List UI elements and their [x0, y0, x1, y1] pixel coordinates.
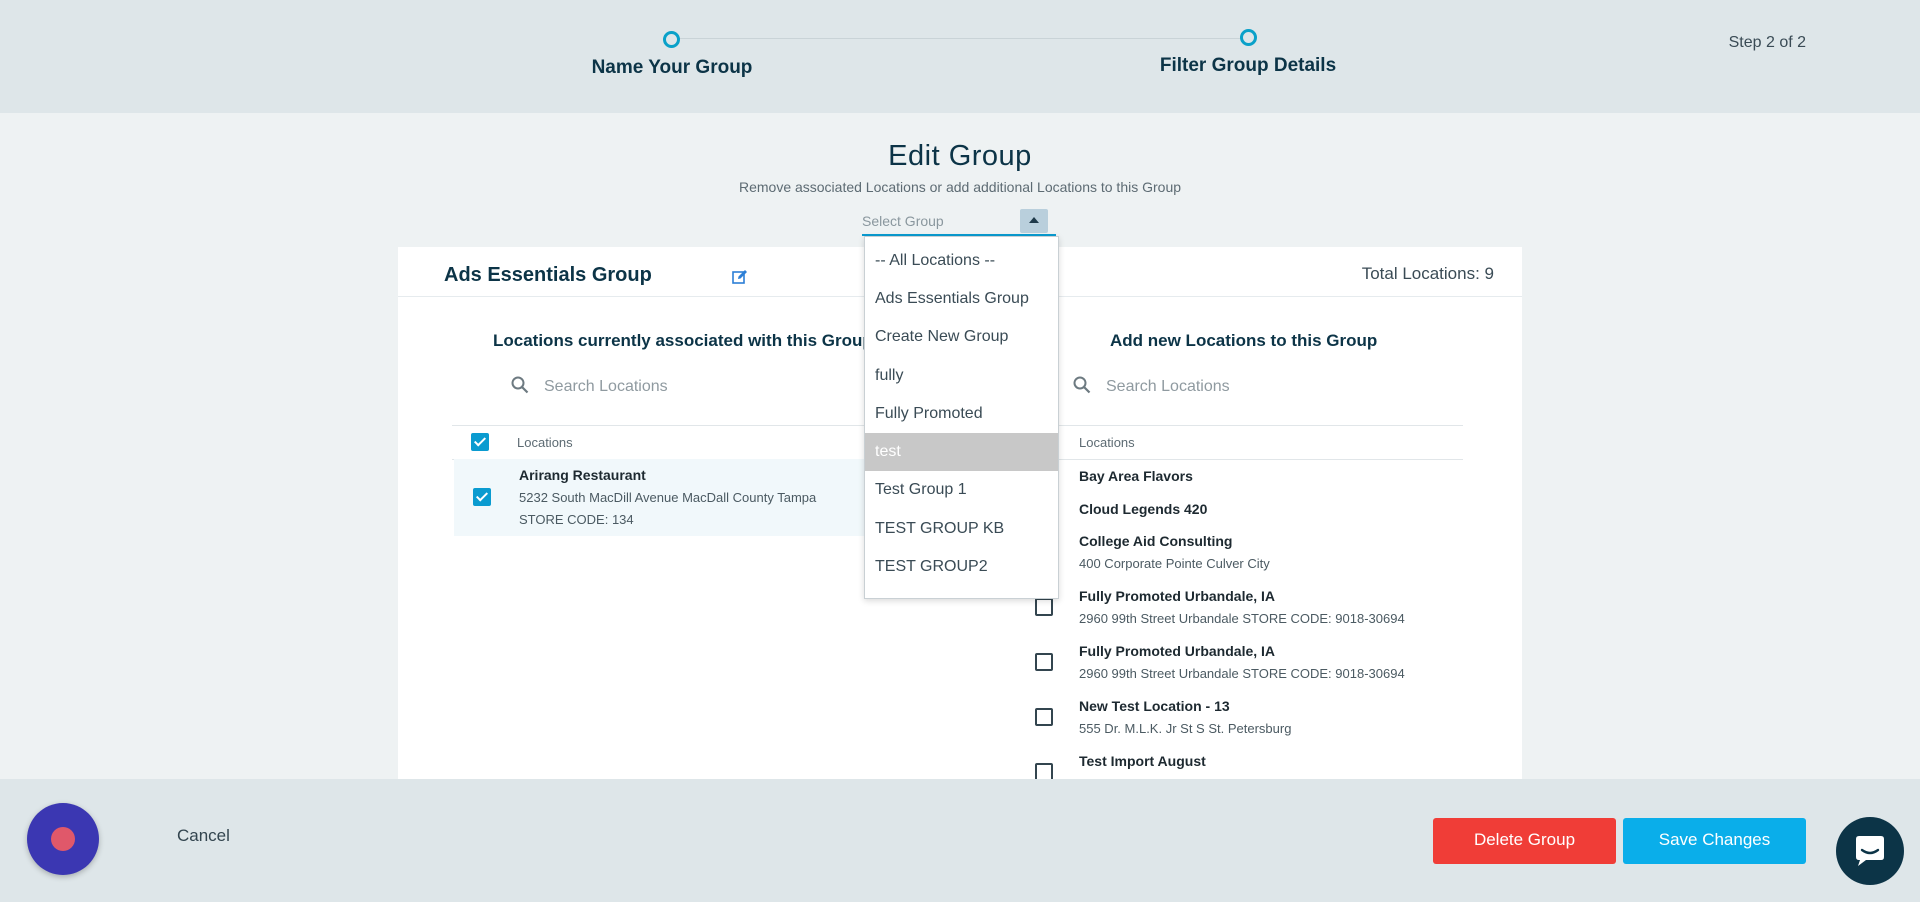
location-name: New Test Location - 13 — [1079, 698, 1230, 714]
cancel-button[interactable]: Cancel — [177, 826, 230, 846]
dropdown-option[interactable]: TEST GROUP KB — [865, 510, 1058, 548]
step-counter: Step 2 of 2 — [1728, 34, 1806, 51]
edit-icon[interactable] — [732, 269, 748, 285]
row-checkbox[interactable] — [1035, 653, 1053, 671]
dropdown-option[interactable]: TEST GROUP2 — [865, 548, 1058, 586]
stepper-line — [672, 38, 1248, 39]
right-table-header: Locations — [1038, 425, 1463, 460]
add-locations-title: Add new Locations to this Group — [1110, 331, 1378, 350]
chat-icon — [1856, 836, 1884, 866]
location-name: Test Import August — [1079, 753, 1206, 769]
chevron-up-icon[interactable] — [1020, 209, 1048, 233]
right-search-input[interactable] — [1104, 371, 1408, 403]
dropdown-option[interactable]: Ads Essentials Group — [865, 280, 1058, 318]
dropdown-option[interactable]: fully — [865, 357, 1058, 395]
step2-dot-icon — [1240, 29, 1257, 46]
location-name: Cloud Legends 420 — [1079, 501, 1208, 517]
group-dropdown-menu: -- All Locations -- Ads Essentials Group… — [864, 236, 1059, 599]
group-select-placeholder: Select Group — [862, 213, 944, 229]
page-subtitle: Remove associated Locations or add addit… — [738, 179, 1182, 195]
search-icon — [511, 376, 529, 394]
dropdown-option[interactable]: -- All Locations -- — [865, 242, 1058, 280]
location-name: College Aid Consulting — [1079, 533, 1233, 549]
left-search — [510, 371, 850, 403]
progress-stepper: Name Your Group Filter Group Details Ste… — [0, 0, 1920, 113]
location-address: 2960 99th Street Urbandale STORE CODE: 9… — [1079, 611, 1405, 626]
location-address: 555 Dr. M.L.K. Jr St S St. Petersburg — [1079, 721, 1292, 736]
page-title: Edit Group — [888, 140, 1032, 172]
step1-dot-icon — [663, 31, 680, 48]
delete-group-button[interactable]: Delete Group — [1433, 818, 1616, 864]
chat-button[interactable] — [1836, 817, 1904, 885]
location-name: Bay Area Flavors — [1079, 468, 1193, 484]
total-locations: Total Locations: 9 — [1361, 264, 1494, 283]
left-table-header: Locations — [452, 425, 874, 460]
row-checkbox[interactable] — [1035, 708, 1053, 726]
dropdown-option-highlighted[interactable]: test — [865, 433, 1058, 471]
dropdown-option[interactable]: Create New Group — [865, 318, 1058, 356]
group-select[interactable]: Select Group — [862, 208, 1056, 236]
location-name: Fully Promoted Urbandale, IA — [1079, 588, 1276, 604]
step1-label[interactable]: Name Your Group — [592, 57, 753, 79]
table-row[interactable]: Arirang Restaurant 5232 South MacDill Av… — [454, 459, 874, 536]
footer-bar: Cancel Delete Group Save Changes — [0, 779, 1920, 902]
group-name: Ads Essentials Group — [444, 264, 652, 286]
location-name: Fully Promoted Urbandale, IA — [1079, 643, 1276, 659]
dropdown-option[interactable]: Fully Promoted — [865, 395, 1058, 433]
row-checkbox[interactable] — [473, 488, 491, 506]
location-address: 2960 99th Street Urbandale STORE CODE: 9… — [1079, 666, 1405, 681]
select-all-checkbox[interactable] — [471, 433, 489, 451]
location-address: 5232 South MacDill Avenue MacDall County… — [519, 490, 817, 505]
search-icon — [1073, 376, 1091, 394]
dropdown-option[interactable]: Test Group 1 — [865, 471, 1058, 509]
right-search — [1072, 371, 1432, 403]
right-column-header: Locations — [1079, 435, 1135, 450]
left-search-input[interactable] — [542, 371, 846, 403]
location-name: Arirang Restaurant — [519, 467, 646, 483]
row-checkbox[interactable] — [1035, 598, 1053, 616]
associated-locations-title: Locations currently associated with this… — [493, 331, 873, 350]
left-column-header: Locations — [517, 435, 573, 450]
location-address: 400 Corporate Pointe Culver City — [1079, 556, 1270, 571]
record-button[interactable] — [27, 803, 99, 875]
step2-label[interactable]: Filter Group Details — [1160, 55, 1336, 77]
location-store-code: STORE CODE: 134 — [519, 512, 634, 527]
record-icon — [51, 827, 75, 851]
save-changes-button[interactable]: Save Changes — [1623, 818, 1806, 864]
